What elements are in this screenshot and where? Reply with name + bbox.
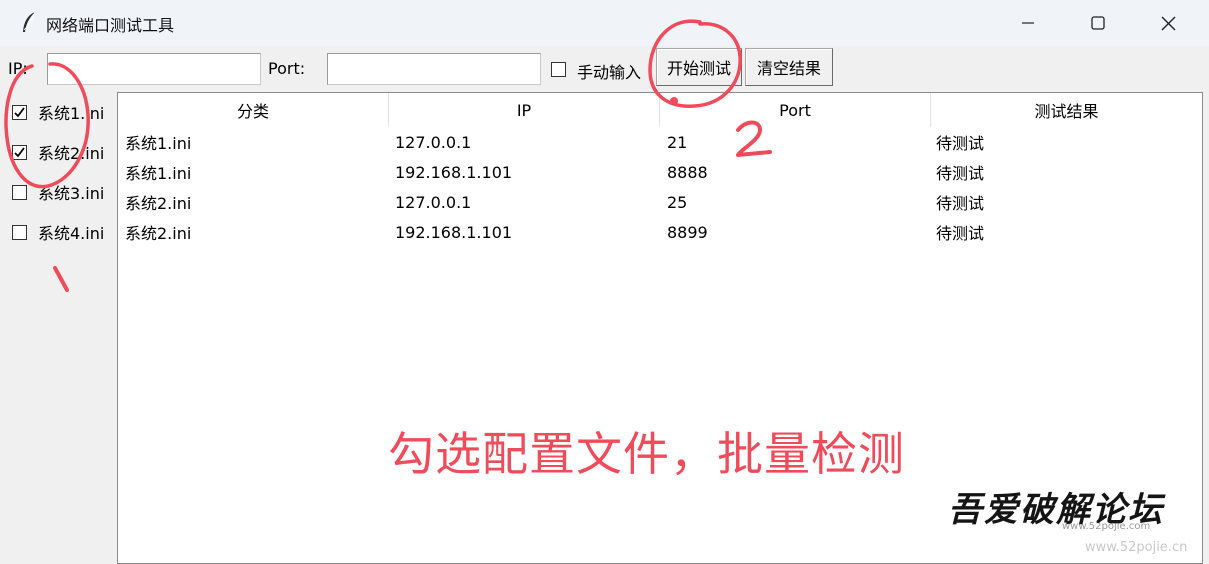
config-item-1[interactable]: 系统1.ini [12,100,104,124]
config-label-3: 系统3.ini [38,184,105,203]
check-icon [14,146,25,157]
cell-category: 系统1.ini [125,164,192,183]
port-label: Port: [268,59,306,78]
ip-label: IP: [8,59,28,78]
column-header-category[interactable]: 分类 [118,93,389,127]
cell-result: 待测试 [936,164,985,183]
manual-input-checkbox[interactable] [551,62,566,77]
config-checkbox-4[interactable] [12,224,27,240]
start-test-button[interactable]: 开始测试 [656,48,742,86]
cell-result: 待测试 [936,134,985,153]
minimize-icon [1022,22,1034,24]
check-icon [14,106,25,117]
config-checkbox-1[interactable] [12,104,27,120]
config-item-2[interactable]: 系统2.ini [12,140,104,164]
watermark-logo: 吾爱破解论坛 [948,490,1164,530]
config-item-4[interactable]: 系统4.ini [12,220,104,244]
cell-result: 待测试 [936,194,985,213]
config-label-2: 系统2.ini [38,144,105,163]
maximize-button[interactable] [1063,0,1133,46]
config-checkbox-3[interactable] [12,184,27,200]
cell-port: 8899 [667,222,708,242]
table-row[interactable]: 系统2.ini 127.0.0.1 25 待测试 [118,187,1202,217]
table-row[interactable]: 系统1.ini 127.0.0.1 21 待测试 [118,127,1202,157]
cell-port: 8888 [667,162,708,182]
minimize-button[interactable] [993,0,1063,46]
config-label-4: 系统4.ini [38,224,105,243]
clear-results-button[interactable]: 清空结果 [745,48,833,86]
title-bar: 网络端口测试工具 [0,0,1209,46]
cell-ip: 127.0.0.1 [395,132,472,152]
column-header-port[interactable]: Port [660,93,931,127]
table-row[interactable]: 系统2.ini 192.168.1.101 8899 待测试 [118,217,1202,247]
config-label-1: 系统1.ini [38,104,105,123]
close-button[interactable] [1133,0,1203,46]
ip-input[interactable] [47,53,261,85]
cell-category: 系统2.ini [125,194,192,213]
cell-result: 待测试 [936,224,985,243]
toolbar: IP: Port: 手动输入 开始测试 清空结果 [0,46,1209,92]
cell-port: 25 [667,192,688,212]
maximize-icon [1091,16,1105,30]
config-checkbox-2[interactable] [12,144,27,160]
annotation-caption: 勾选配置文件，批量检测 [388,427,905,481]
cell-ip: 192.168.1.101 [395,222,513,242]
feather-icon [20,11,38,35]
close-icon [1161,16,1175,30]
cell-ip: 192.168.1.101 [395,162,513,182]
window-title: 网络端口测试工具 [46,16,175,35]
config-item-3[interactable]: 系统3.ini [12,180,104,204]
cell-port: 21 [667,132,688,152]
cell-ip: 127.0.0.1 [395,192,472,212]
cell-category: 系统1.ini [125,134,192,153]
column-header-ip[interactable]: IP [389,93,660,127]
table-row[interactable]: 系统1.ini 192.168.1.101 8888 待测试 [118,157,1202,187]
cell-category: 系统2.ini [125,224,192,243]
column-header-result[interactable]: 测试结果 [931,93,1202,127]
watermark-url: www.52pojie.cn [1085,540,1188,555]
manual-input-label: 手动输入 [577,63,642,82]
table-header: 分类 IP Port 测试结果 [118,93,1202,127]
port-input[interactable] [327,53,541,85]
